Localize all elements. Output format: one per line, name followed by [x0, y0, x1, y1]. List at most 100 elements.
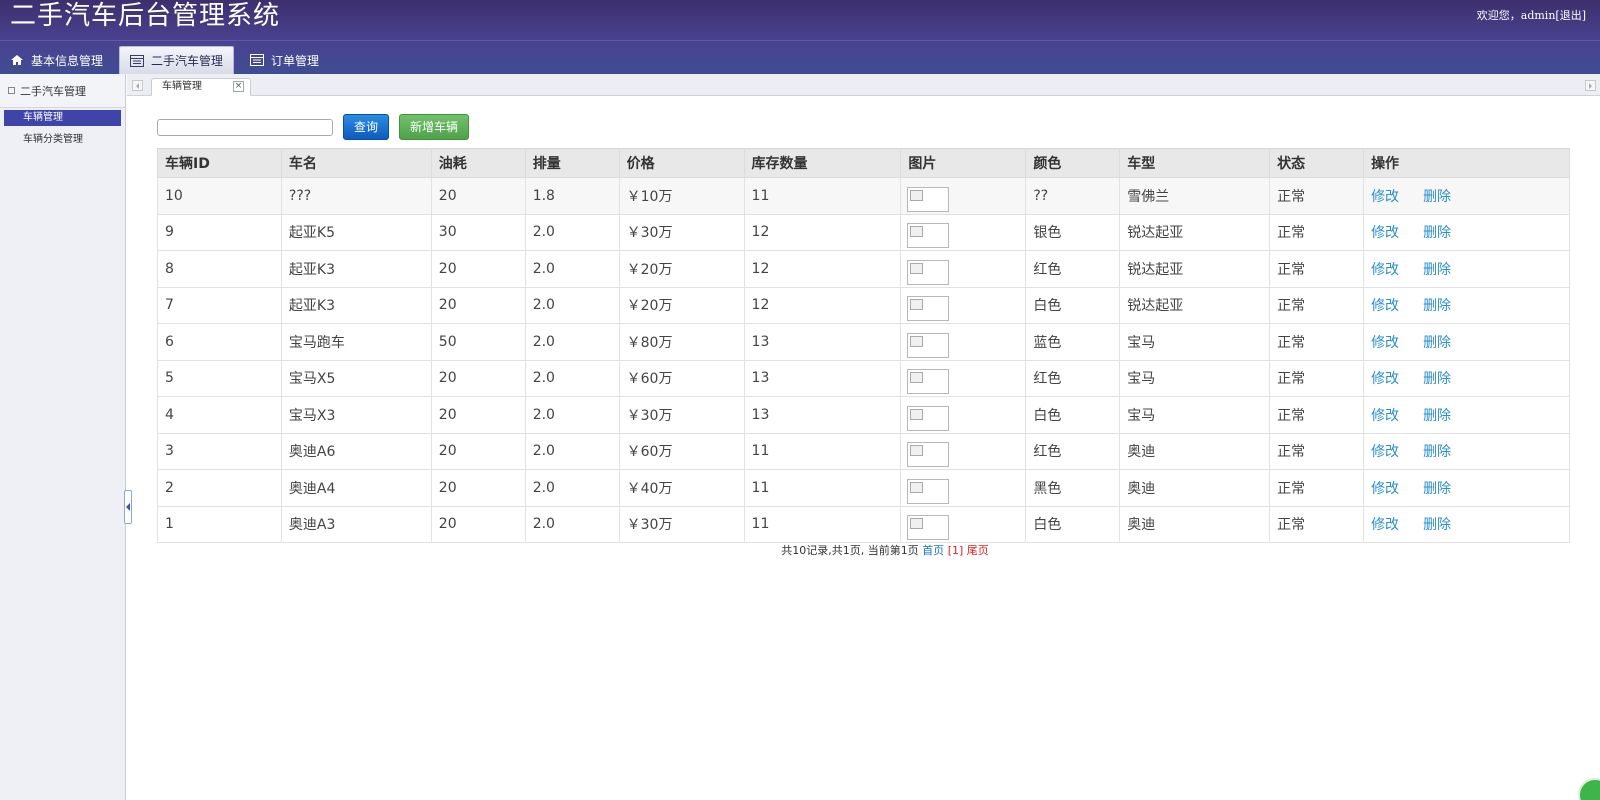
sidebar-heading-label: 二手汽车管理	[20, 84, 86, 98]
cell-color: ??	[1025, 177, 1121, 215]
edit-link[interactable]: 修改	[1371, 481, 1399, 497]
top-tabs: 基本信息管理 二手汽车管理 订单管理	[0, 46, 335, 74]
edit-link[interactable]: 修改	[1371, 262, 1399, 278]
sidebar-collapse-handle[interactable]	[124, 490, 132, 524]
delete-link[interactable]: 删除	[1423, 335, 1451, 351]
actions-cell: 修改 删除	[1363, 469, 1570, 507]
cell-fuel: 20	[430, 177, 526, 215]
delete-link[interactable]: 删除	[1423, 444, 1451, 460]
edit-link[interactable]: 修改	[1371, 225, 1399, 241]
edit-link[interactable]: 修改	[1371, 408, 1399, 424]
tab-vehicle-management[interactable]: 车辆管理 ×	[151, 78, 251, 96]
sidebar: 二手汽车管理 车辆管理 车辆分类管理	[0, 74, 126, 800]
broken-image-icon	[907, 478, 950, 504]
edit-link[interactable]: 修改	[1371, 444, 1399, 460]
actions-cell: 修改 删除	[1363, 213, 1570, 251]
top-tab-orders[interactable]: 订单管理	[240, 46, 329, 74]
scroll-left-icon[interactable]	[132, 80, 143, 91]
close-icon[interactable]: ×	[233, 81, 244, 92]
cell-model: 锐达起亚	[1119, 286, 1271, 324]
edit-link[interactable]: 修改	[1371, 371, 1399, 387]
cell-stock: 12	[743, 250, 902, 288]
column-header: 图片	[900, 148, 1027, 178]
search-input[interactable]	[157, 119, 333, 136]
top-tab-label: 二手汽车管理	[151, 54, 224, 68]
column-header: 车辆ID	[157, 148, 282, 178]
cell-color: 黑色	[1025, 469, 1121, 507]
table-row: 10??? 20 1.8 ￥10万 11?? 雪佛兰 正常 修改 删除	[157, 177, 1570, 215]
image-cell	[900, 359, 1027, 397]
cell-model: 奥迪	[1119, 432, 1271, 470]
sidebar-heading[interactable]: 二手汽车管理	[0, 74, 125, 108]
edit-link[interactable]: 修改	[1371, 335, 1399, 351]
cell-model: 奥迪	[1119, 505, 1271, 543]
cell-status: 正常	[1269, 396, 1365, 434]
edit-link[interactable]: 修改	[1371, 189, 1399, 205]
cell-name: 奥迪A3	[280, 505, 432, 543]
cell-displacement: 2.0	[524, 505, 620, 543]
broken-image-icon	[907, 296, 950, 322]
cell-id: 8	[157, 250, 282, 288]
table-row: 3 奥迪A6 20 2.0 ￥60万 11 红色 奥迪 正常 修改 删除	[157, 432, 1570, 470]
cell-price: ￥60万	[618, 432, 745, 470]
delete-link[interactable]: 删除	[1423, 371, 1451, 387]
top-tab-basic-info[interactable]: 基本信息管理	[0, 46, 113, 74]
actions-cell: 修改 删除	[1363, 323, 1570, 361]
delete-link[interactable]: 删除	[1423, 517, 1451, 533]
broken-image-icon	[907, 186, 950, 212]
cell-color: 红色	[1025, 359, 1121, 397]
cell-status: 正常	[1269, 177, 1365, 215]
broken-image-icon	[907, 515, 950, 541]
cell-fuel: 20	[430, 286, 526, 324]
collapse-box-icon	[8, 87, 15, 94]
column-header: 颜色	[1025, 148, 1121, 178]
cell-displacement: 2.0	[524, 359, 620, 397]
broken-image-icon	[907, 405, 950, 431]
pagination: 共10记录,共1页, 当前第1页 首页 [1] 尾页	[0, 542, 1600, 558]
edit-link[interactable]: 修改	[1371, 298, 1399, 314]
cell-stock: 12	[743, 286, 902, 324]
cell-id: 6	[157, 323, 282, 361]
delete-link[interactable]: 删除	[1423, 189, 1451, 205]
delete-link[interactable]: 删除	[1423, 262, 1451, 278]
query-button[interactable]: 查询	[343, 114, 389, 140]
cell-displacement: 2.0	[524, 250, 620, 288]
cell-model: 宝马	[1119, 323, 1271, 361]
image-cell	[900, 432, 1027, 470]
cell-stock: 11	[743, 469, 902, 507]
column-header: 车型	[1119, 148, 1271, 178]
welcome-text: 欢迎您，admin	[1476, 9, 1556, 22]
cell-id: 1	[157, 505, 282, 543]
cell-status: 正常	[1269, 359, 1365, 397]
first-page-link[interactable]: 首页	[922, 544, 944, 557]
logout-link[interactable]: [退出]	[1555, 9, 1586, 22]
image-cell	[900, 213, 1027, 251]
cell-status: 正常	[1269, 213, 1365, 251]
app-header: 二手汽车后台管理系统 欢迎您，admin[退出] 基本信息管理 二手汽车管理 订…	[0, 0, 1600, 74]
floating-badge-icon[interactable]	[1578, 778, 1600, 800]
cell-status: 正常	[1269, 505, 1365, 543]
sidebar-item-vehicle-category[interactable]: 车辆分类管理	[4, 132, 121, 148]
cell-fuel: 20	[430, 250, 526, 288]
delete-link[interactable]: 删除	[1423, 408, 1451, 424]
edit-link[interactable]: 修改	[1371, 517, 1399, 533]
cell-fuel: 30	[430, 213, 526, 251]
column-header: 车名	[280, 148, 432, 178]
delete-link[interactable]: 删除	[1423, 481, 1451, 497]
delete-link[interactable]: 删除	[1423, 225, 1451, 241]
scroll-right-icon[interactable]	[1585, 80, 1596, 91]
column-header: 库存数量	[743, 148, 902, 178]
sidebar-item-vehicle-management[interactable]: 车辆管理	[4, 110, 121, 126]
add-vehicle-button[interactable]: 新增车辆	[399, 114, 469, 140]
cell-displacement: 2.0	[524, 396, 620, 434]
cell-stock: 13	[743, 359, 902, 397]
column-header: 价格	[618, 148, 745, 178]
image-cell	[900, 286, 1027, 324]
cell-id: 3	[157, 432, 282, 470]
cell-name: 奥迪A6	[280, 432, 432, 470]
top-tab-used-cars[interactable]: 二手汽车管理	[119, 46, 235, 74]
table-icon	[250, 54, 265, 66]
cell-status: 正常	[1269, 469, 1365, 507]
delete-link[interactable]: 删除	[1423, 298, 1451, 314]
last-page-link[interactable]: 尾页	[967, 544, 989, 557]
